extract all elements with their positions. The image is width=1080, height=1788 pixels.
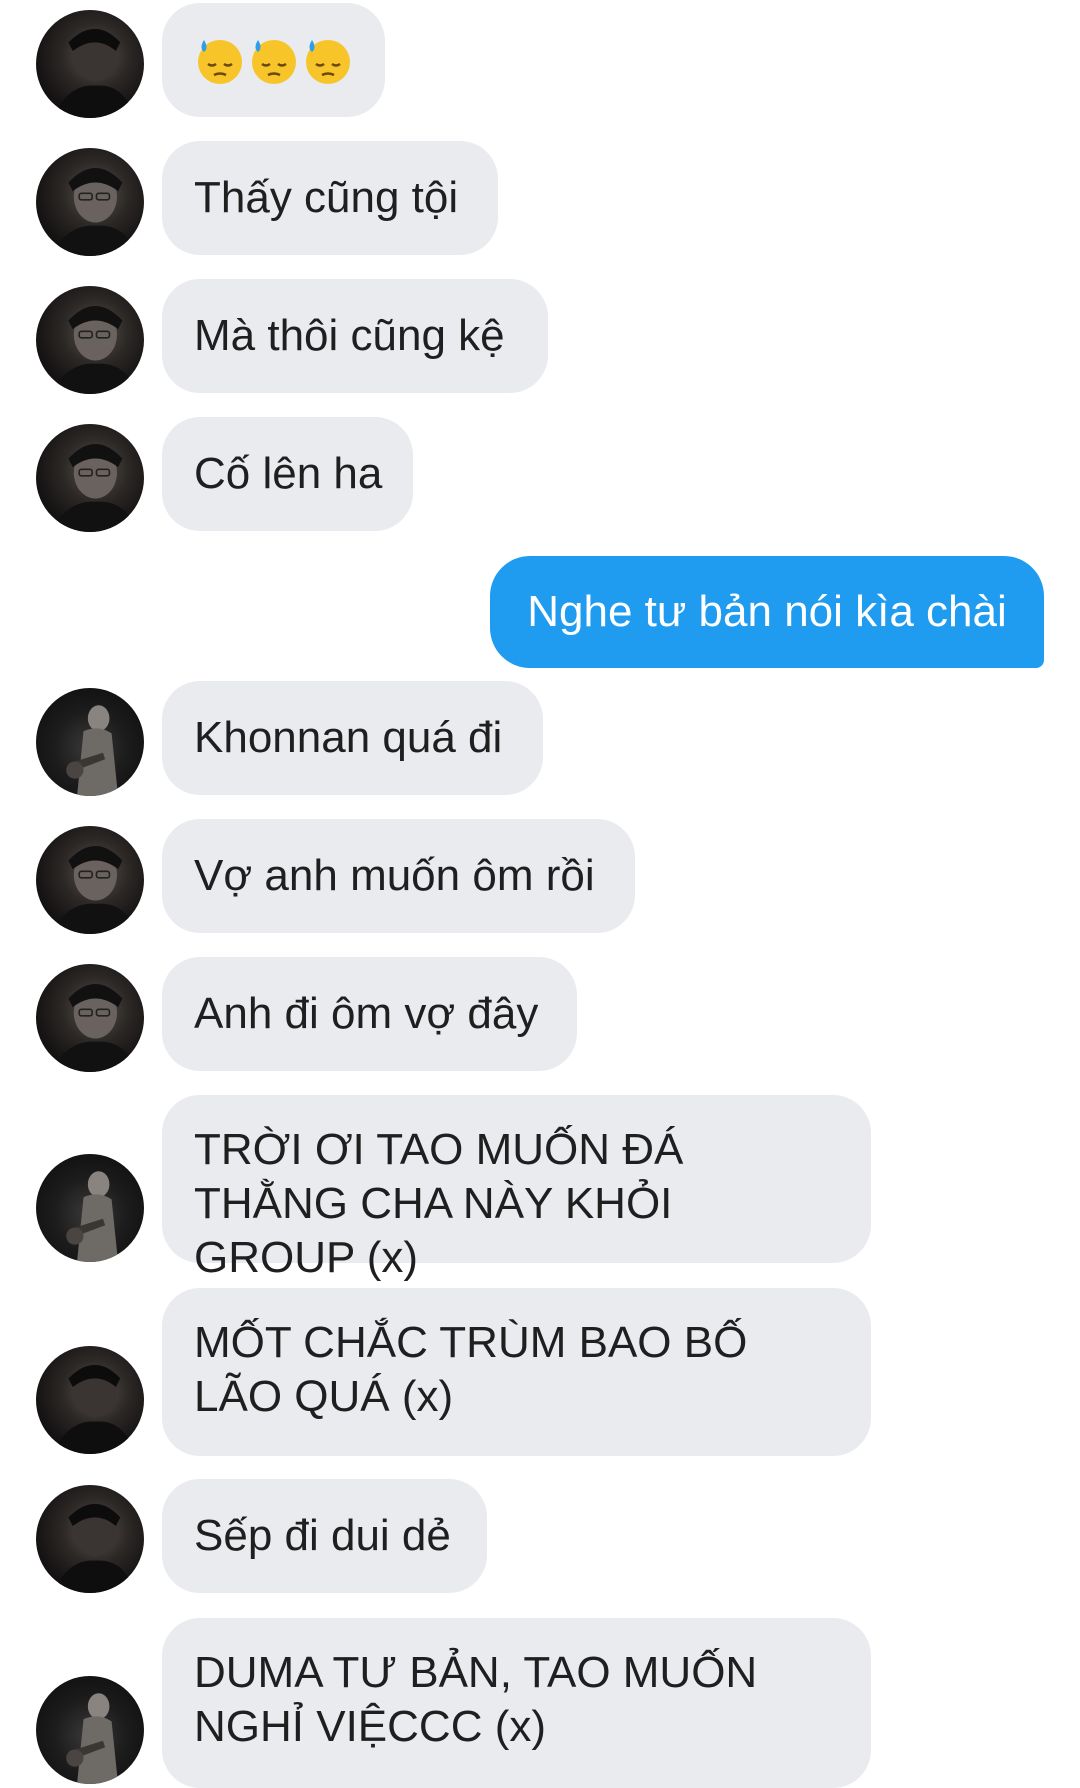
user-guitar-photo-icon [66, 1693, 119, 1784]
message-text: Vợ anh muốn ôm rồi [194, 851, 595, 900]
message-bubble[interactable]: DUMA TƯ BẢN, TAO MUỐN NGHỈ VIỆCCC (x) [162, 1618, 871, 1788]
message-bubble[interactable]: Cố lên ha [162, 417, 413, 531]
message-text: Nghe tư bản nói kìa chài [527, 587, 1007, 636]
user-portrait-icon [48, 305, 138, 394]
avatar[interactable] [36, 424, 144, 532]
user-guitar-photo-icon [66, 705, 119, 796]
downcast-face-with-sweat-icon [198, 40, 242, 84]
message-text: Khonnan quá đi [194, 713, 503, 762]
my-message-bubble[interactable]: Nghe tư bản nói kìa chài [490, 556, 1044, 668]
message-bubble[interactable]: Mà thôi cũng kệ [162, 279, 548, 393]
user-portrait-icon [48, 983, 138, 1072]
message-text: TRỜI ƠI TAO MUỐN ĐÁ THẰNG CHA NÀY KHỎI G… [194, 1125, 684, 1282]
avatar[interactable] [36, 964, 144, 1072]
message-text: Thấy cũng tội [194, 173, 459, 222]
user-portrait-icon [52, 1364, 136, 1454]
message-bubble[interactable]: MỐT CHẮC TRÙM BAO BỐ LÃO QUÁ (x) [162, 1288, 871, 1456]
message-text: MỐT CHẮC TRÙM BAO BỐ LÃO QUÁ (x) [194, 1318, 748, 1421]
user-portrait-icon [52, 28, 136, 118]
message-bubble[interactable]: Sếp đi dui dẻ [162, 1479, 487, 1593]
message-bubble[interactable]: Khonnan quá đi [162, 681, 543, 795]
avatar[interactable] [36, 1676, 144, 1784]
emoji-row [194, 34, 354, 86]
user-portrait-icon [48, 443, 138, 532]
message-text: Cố lên ha [194, 449, 383, 498]
message-bubble[interactable]: TRỜI ƠI TAO MUỐN ĐÁ THẰNG CHA NÀY KHỎI G… [162, 1095, 871, 1282]
avatar[interactable] [36, 1485, 144, 1593]
avatar[interactable] [36, 286, 144, 394]
avatar[interactable] [36, 148, 144, 256]
avatar[interactable] [36, 688, 144, 796]
avatar[interactable] [36, 10, 144, 118]
message-bubble[interactable] [162, 3, 385, 117]
downcast-face-with-sweat-icon [252, 40, 296, 84]
message-text: Anh đi ôm vợ đây [194, 989, 539, 1038]
user-guitar-photo-icon [66, 1171, 119, 1262]
message-text: Mà thôi cũng kệ [194, 311, 505, 360]
avatar[interactable] [36, 1346, 144, 1454]
message-bubble[interactable]: Thấy cũng tội [162, 141, 498, 255]
avatar[interactable] [36, 1154, 144, 1262]
user-portrait-icon [48, 845, 138, 934]
downcast-face-with-sweat-icon [306, 40, 350, 84]
avatar[interactable] [36, 826, 144, 934]
user-portrait-icon [52, 1503, 136, 1593]
user-portrait-icon [48, 167, 138, 256]
message-bubble[interactable]: Vợ anh muốn ôm rồi [162, 819, 635, 933]
message-bubble[interactable]: Anh đi ôm vợ đây [162, 957, 577, 1071]
message-text: DUMA TƯ BẢN, TAO MUỐN NGHỈ VIỆCCC (x) [194, 1648, 758, 1751]
message-text: Sếp đi dui dẻ [194, 1511, 451, 1560]
